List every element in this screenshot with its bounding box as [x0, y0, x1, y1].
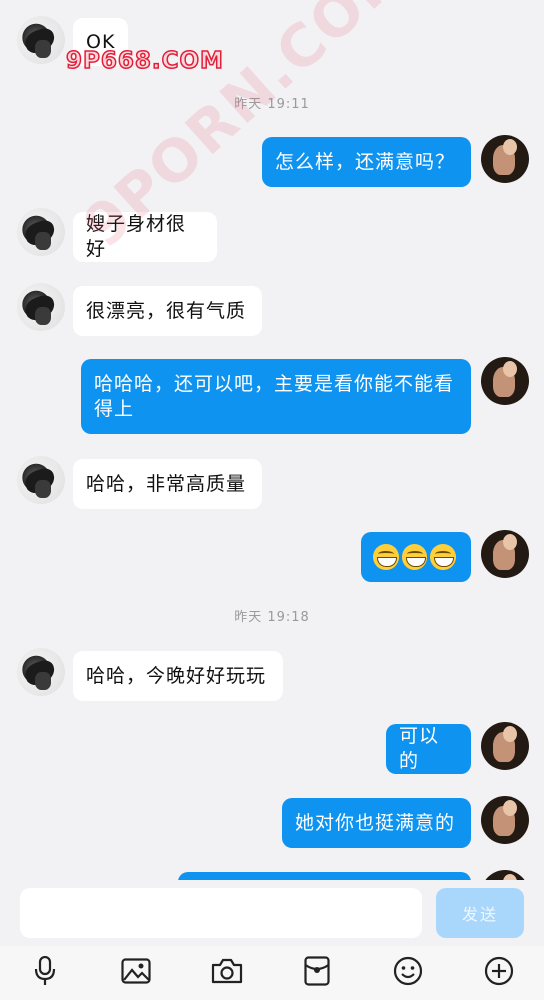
grinning-face-icon [430, 544, 457, 570]
message-text: 可以的 [399, 725, 440, 772]
emoji-icon[interactable] [391, 954, 425, 988]
contact-avatar[interactable] [17, 283, 65, 331]
my-avatar[interactable] [481, 530, 529, 578]
message-text: 哈哈，非常高质量 [86, 472, 247, 495]
message-input[interactable] [20, 888, 422, 938]
grinning-face-icon [373, 544, 399, 570]
incoming-message-bubble[interactable]: 哈哈，今晚好好玩玩 [73, 651, 283, 701]
send-button[interactable]: 发送 [436, 888, 524, 938]
outgoing-message-bubble[interactable]: 可以的 [386, 724, 471, 774]
my-avatar[interactable] [481, 870, 529, 880]
contact-avatar[interactable] [17, 208, 65, 256]
message-text: 她对你也挺满意的 [295, 811, 456, 834]
my-avatar[interactable] [481, 357, 529, 405]
microphone-icon[interactable] [28, 954, 62, 988]
watermark-logo: 9P668.COM [65, 47, 224, 75]
chat-message-list[interactable]: OK 9P668.COM 昨天 19:11 怎么样，还满意吗？ 嫂子身材很好 很… [0, 0, 544, 880]
camera-icon[interactable] [210, 954, 244, 988]
red-packet-icon[interactable] [300, 954, 334, 988]
input-toolbar [0, 946, 544, 1000]
my-avatar[interactable] [481, 722, 529, 770]
plus-icon[interactable] [482, 954, 516, 988]
timestamp: 昨天 19:18 [234, 610, 310, 625]
outgoing-message-bubble[interactable]: 怎么样，还满意吗？ [262, 137, 471, 187]
my-avatar[interactable] [481, 135, 529, 183]
message-text: 哈哈，今晚好好玩玩 [86, 664, 267, 687]
composer-bar: 发送 [0, 880, 544, 946]
image-icon[interactable] [119, 954, 153, 988]
grinning-face-icon [401, 544, 428, 570]
outgoing-message-bubble[interactable] [178, 872, 471, 880]
contact-avatar[interactable] [17, 648, 65, 696]
my-avatar[interactable] [481, 796, 529, 844]
incoming-message-bubble[interactable]: 哈哈，非常高质量 [73, 459, 262, 509]
message-text: 怎么样，还满意吗？ [275, 150, 456, 173]
outgoing-message-bubble[interactable] [361, 532, 471, 582]
contact-avatar[interactable] [17, 456, 65, 504]
outgoing-message-bubble[interactable]: 哈哈哈，还可以吧，主要是看你能不能看得上 [81, 359, 471, 434]
outgoing-message-bubble[interactable]: 她对你也挺满意的 [282, 798, 471, 848]
incoming-message-bubble[interactable]: 很漂亮，很有气质 [73, 286, 262, 336]
message-text: 很漂亮，很有气质 [86, 299, 247, 322]
message-text: 哈哈哈，还可以吧，主要是看你能不能看得上 [94, 373, 455, 420]
contact-avatar[interactable] [17, 16, 65, 64]
